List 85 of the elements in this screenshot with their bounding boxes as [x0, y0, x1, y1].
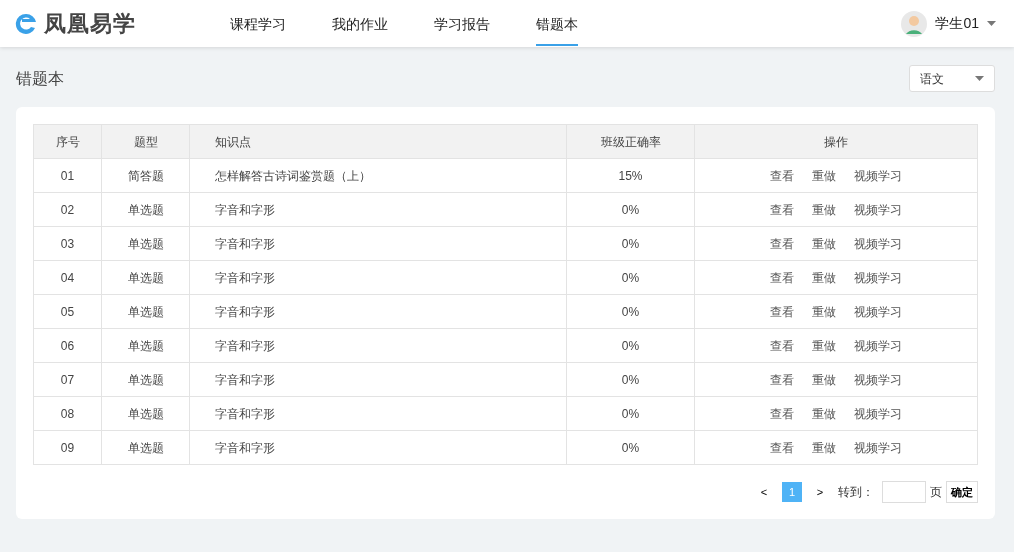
action-link[interactable]: 视频学习	[854, 406, 902, 421]
action-link[interactable]: 重做	[812, 270, 836, 285]
table-cell: 03	[33, 226, 102, 261]
table-cell: 0%	[566, 430, 695, 465]
nav-tab[interactable]: 学习报告	[434, 1, 490, 46]
action-link[interactable]: 查看	[770, 202, 794, 217]
action-link[interactable]: 重做	[812, 168, 836, 183]
action-link[interactable]: 重做	[812, 406, 836, 421]
table-cell: 单选题	[101, 260, 190, 295]
action-link[interactable]: 重做	[812, 338, 836, 353]
next-page-button[interactable]: >	[810, 482, 830, 502]
table-cell: 01	[33, 158, 102, 193]
action-link[interactable]: 查看	[770, 168, 794, 183]
table-cell: 0%	[566, 192, 695, 227]
table-cell: 05	[33, 294, 102, 329]
user-name[interactable]: 学生01	[935, 13, 979, 34]
action-link[interactable]: 视频学习	[854, 338, 902, 353]
action-link[interactable]: 查看	[770, 304, 794, 319]
table-cell: 0%	[566, 226, 695, 261]
nav-tab[interactable]: 错题本	[536, 1, 578, 46]
action-link[interactable]: 视频学习	[854, 168, 902, 183]
table-cell: 单选题	[101, 396, 190, 431]
confirm-button[interactable]: 确定	[946, 481, 978, 503]
table-cell: 字音和字形	[189, 260, 567, 295]
action-link[interactable]: 查看	[770, 406, 794, 421]
page-title: 错题本	[16, 68, 64, 89]
table-cell: 字音和字形	[189, 294, 567, 329]
table-cell: 字音和字形	[189, 328, 567, 363]
table-cell: 单选题	[101, 226, 190, 261]
table-cell: 简答题	[101, 158, 190, 193]
action-link[interactable]: 查看	[770, 236, 794, 251]
table-cell: 单选题	[101, 192, 190, 227]
page-unit-label: 页	[930, 484, 942, 501]
table-cell: 单选题	[101, 294, 190, 329]
table-cell: 单选题	[101, 362, 190, 397]
brand-name: 凤凰易学	[44, 10, 136, 38]
caret-icon[interactable]	[987, 21, 996, 26]
action-link[interactable]: 重做	[812, 304, 836, 319]
table-cell: 字音和字形	[189, 226, 567, 261]
action-link[interactable]: 视频学习	[854, 202, 902, 217]
action-link[interactable]: 查看	[770, 440, 794, 455]
action-link[interactable]: 重做	[812, 440, 836, 455]
table-cell: 02	[33, 192, 102, 227]
table-cell: 0%	[566, 294, 695, 329]
action-link[interactable]: 查看	[770, 270, 794, 285]
table-cell: 08	[33, 396, 102, 431]
subject-select[interactable]: 语文	[909, 65, 995, 92]
nav-tab[interactable]: 课程学习	[230, 1, 286, 46]
column-header: 班级正确率	[566, 124, 695, 159]
table-cell: 字音和字形	[189, 362, 567, 397]
table-cell: 字音和字形	[189, 396, 567, 431]
page-input[interactable]	[882, 481, 926, 503]
table-cell: 0%	[566, 362, 695, 397]
table-cell: 04	[33, 260, 102, 295]
caret-icon[interactable]	[975, 76, 984, 81]
action-link[interactable]: 重做	[812, 236, 836, 251]
column-header: 序号	[33, 124, 102, 159]
action-link[interactable]: 重做	[812, 202, 836, 217]
action-link[interactable]: 查看	[770, 338, 794, 353]
avatar-icon[interactable]	[901, 10, 928, 37]
table-cell: 09	[33, 430, 102, 465]
goto-label: 转到：	[838, 484, 874, 501]
table-cell: 06	[33, 328, 102, 363]
table-cell: 0%	[566, 396, 695, 431]
action-link[interactable]: 视频学习	[854, 304, 902, 319]
action-link[interactable]: 视频学习	[854, 440, 902, 455]
action-link[interactable]: 查看	[770, 372, 794, 387]
table-cell: 怎样解答古诗词鉴赏题（上）	[189, 158, 567, 193]
table-cell: 单选题	[101, 430, 190, 465]
table-cell: 单选题	[101, 328, 190, 363]
action-link[interactable]: 视频学习	[854, 270, 902, 285]
nav-tab[interactable]: 我的作业	[332, 1, 388, 46]
table-cell: 字音和字形	[189, 192, 567, 227]
action-link[interactable]: 重做	[812, 372, 836, 387]
table-cell: 07	[33, 362, 102, 397]
table-cell: 0%	[566, 260, 695, 295]
prev-page-button[interactable]: <	[754, 482, 774, 502]
table-cell: 字音和字形	[189, 430, 567, 465]
table-cell: 15%	[566, 158, 695, 193]
table-cell: 0%	[566, 328, 695, 363]
action-link[interactable]: 视频学习	[854, 236, 902, 251]
column-header: 知识点	[189, 124, 567, 159]
column-header: 题型	[101, 124, 190, 159]
column-header: 操作	[694, 124, 978, 159]
action-link[interactable]: 视频学习	[854, 372, 902, 387]
